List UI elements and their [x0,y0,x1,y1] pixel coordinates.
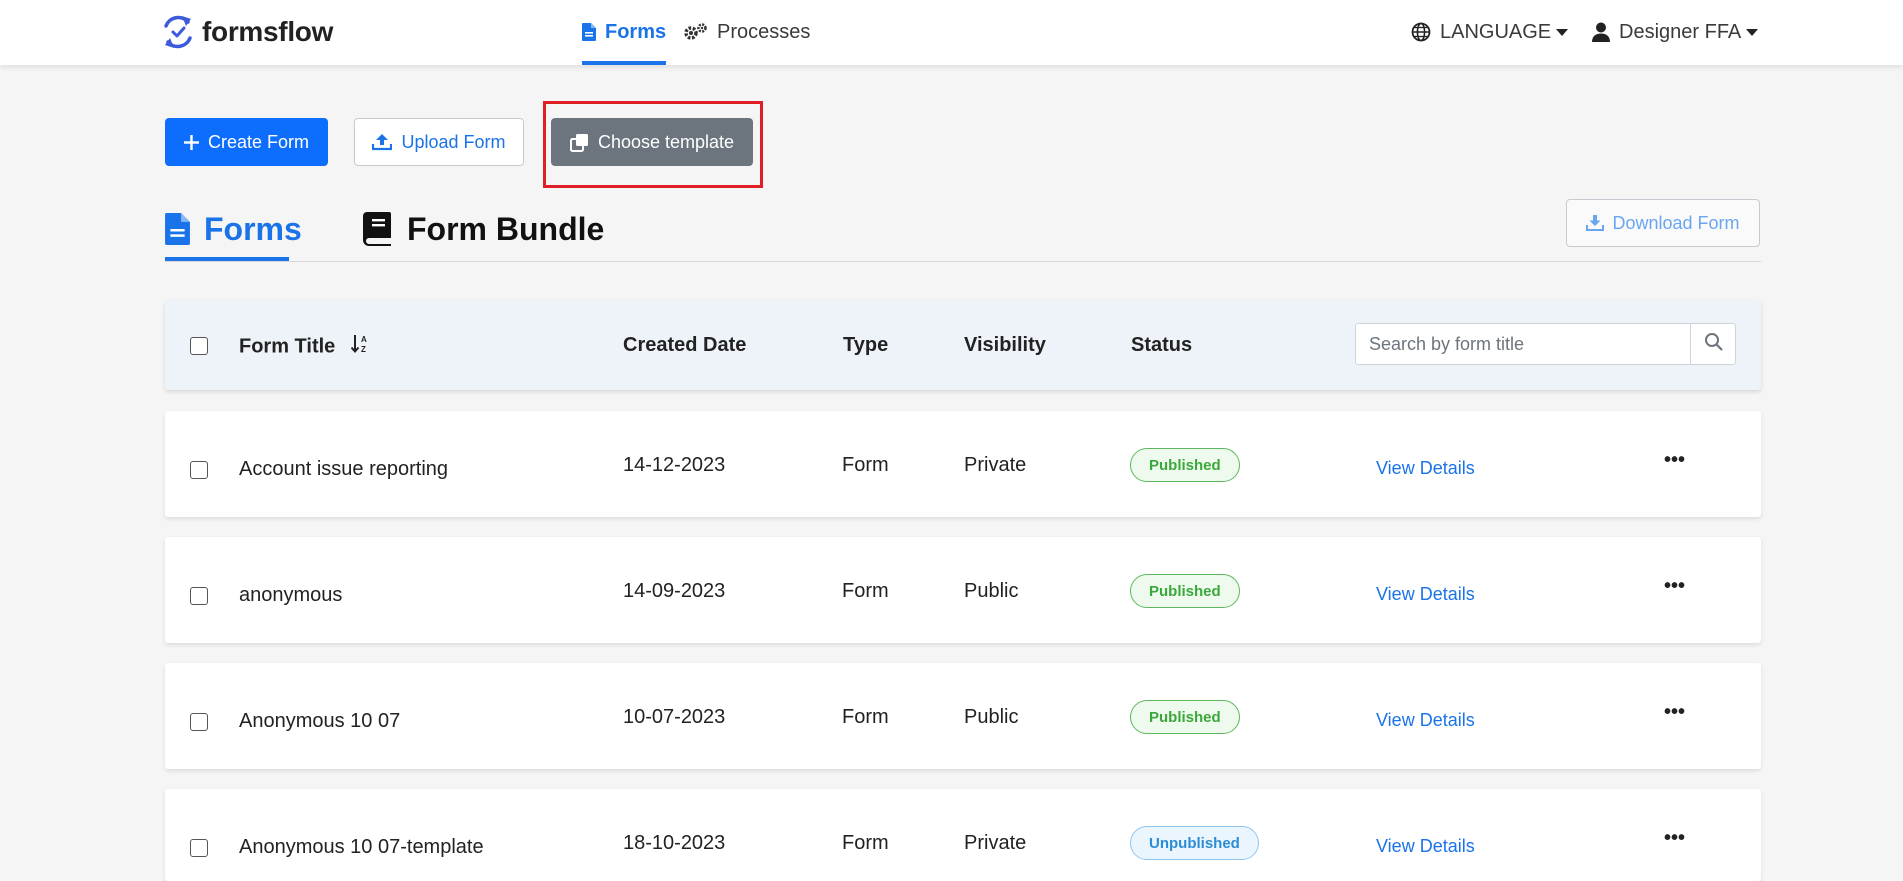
search-button[interactable] [1690,324,1735,364]
chevron-down-icon [1746,28,1759,36]
search-icon [1704,332,1723,356]
column-header-type: Type [843,334,889,356]
row-created-date: 18-10-2023 [623,832,726,854]
row-title: Anonymous 10 07-template [239,836,484,858]
language-label: LANGUAGE [1440,20,1552,43]
row-title: Account issue reporting [239,458,449,480]
row-created-date: 14-09-2023 [623,580,726,602]
row-title: anonymous [239,584,343,606]
copy-icon [569,133,589,152]
status-badge: Published [1130,574,1240,608]
row-type: Form [842,454,889,476]
more-horizontal-icon[interactable]: ••• [1664,575,1685,598]
row-type: Form [842,580,889,602]
chevron-down-icon [1556,28,1569,36]
download-form-button[interactable]: Download Form [1566,199,1760,247]
nav-forms-active-indicator [582,61,666,65]
column-header-created: Created Date [623,334,747,356]
status-badge: Published [1130,448,1240,482]
upload-form-button[interactable]: Upload Form [354,118,524,166]
svg-text:A: A [361,335,367,344]
create-form-label: Create Form [207,131,310,152]
view-details-link[interactable]: View Details [1376,458,1475,479]
row-created-date: 14-12-2023 [623,454,726,476]
search-box [1355,323,1736,365]
search-input[interactable] [1356,324,1690,364]
sort-alpha-down-icon[interactable]: AZ [350,334,371,360]
row-visibility: Public [964,580,1019,602]
brand[interactable]: formsflow [160,10,333,54]
tab-form-bundle[interactable]: Form Bundle [363,206,604,252]
row-visibility: Public [964,706,1019,728]
upload-icon [372,133,393,151]
file-text-icon [582,23,596,41]
row-type: Form [842,706,889,728]
gears-icon [682,22,708,42]
more-horizontal-icon[interactable]: ••• [1664,449,1685,472]
plus-icon [183,134,199,150]
row-title: Anonymous 10 07 [239,710,401,732]
row-created-date: 10-07-2023 [623,706,726,728]
download-form-label: Download Form [1612,212,1740,233]
more-horizontal-icon[interactable]: ••• [1664,827,1685,850]
table-row [165,663,1761,769]
upload-form-label: Upload Form [401,131,506,152]
nav-forms[interactable]: Forms [582,16,666,48]
tab-forms[interactable]: Forms [165,206,302,252]
nav-forms-label: Forms [605,20,667,43]
tab-forms-label: Forms [204,210,302,247]
view-details-link[interactable]: View Details [1376,836,1475,857]
brand-logo-icon [164,15,192,49]
download-icon [1586,214,1605,232]
row-checkbox[interactable] [190,713,208,731]
column-header-visibility: Visibility [964,334,1046,356]
tab-divider [165,261,1761,262]
table-row [165,537,1761,643]
tab-form-bundle-label: Form Bundle [407,210,605,247]
choose-template-label: Choose template [597,131,735,152]
book-icon [363,212,393,246]
status-badge: Published [1130,700,1240,734]
nav-processes-label: Processes [717,20,811,43]
nav-processes[interactable]: Processes [682,16,810,48]
user-dropdown[interactable]: Designer FFA [1592,16,1759,48]
user-icon [1592,22,1610,42]
row-type: Form [842,832,889,854]
create-form-button[interactable]: Create Form [165,118,328,166]
row-checkbox[interactable] [190,839,208,857]
row-visibility: Private [964,454,1027,476]
file-text-icon [165,213,190,245]
choose-template-button[interactable]: Choose template [551,118,753,166]
status-badge: Unpublished [1130,826,1259,860]
globe-icon [1411,22,1431,42]
more-horizontal-icon[interactable]: ••• [1664,701,1685,724]
language-dropdown[interactable]: LANGUAGE [1411,16,1569,48]
row-checkbox[interactable] [190,461,208,479]
select-all-checkbox[interactable] [190,337,208,355]
svg-text:Z: Z [361,345,366,354]
top-navbar: formsflow Forms Processes LANGUAGE Desig… [0,0,1903,65]
column-header-status: Status [1131,334,1193,356]
table-row [165,789,1761,881]
row-checkbox[interactable] [190,587,208,605]
column-header-title-label: Form Title [239,335,336,358]
row-visibility: Private [964,832,1027,854]
column-header-title[interactable]: Form Title AZ [239,334,371,360]
view-details-link[interactable]: View Details [1376,584,1475,605]
brand-name: formsflow [202,16,334,47]
view-details-link[interactable]: View Details [1376,710,1475,731]
user-name: Designer FFA [1619,20,1742,43]
